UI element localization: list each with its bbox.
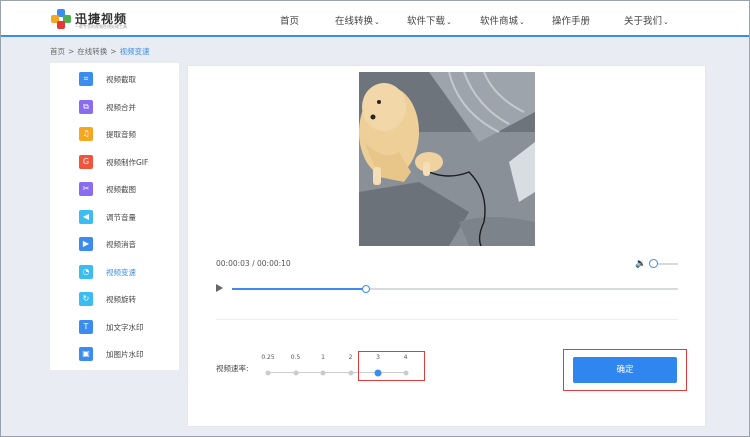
speed-option-dot[interactable] — [293, 370, 298, 375]
speed-option-dot[interactable] — [265, 370, 271, 375]
breadcrumb-online-convert[interactable]: 在线转换 — [77, 47, 107, 56]
logo-mark-icon — [51, 9, 71, 29]
sidebar-item-label: 视频截取 — [106, 75, 136, 84]
sidebar-item[interactable]: ◔ 视频变速 — [50, 259, 179, 286]
sidebar-item-label: 视频变速 — [106, 267, 136, 277]
play-button[interactable] — [216, 284, 223, 292]
progress-bar[interactable] — [232, 288, 678, 290]
nav-home[interactable]: 首页 — [280, 13, 299, 27]
speed-option-label: 3 — [376, 354, 380, 361]
top-header: 迅捷视频 一款专业的视频在线处理工具 首页 在线转换⌄ 软件下载⌄ 软件商城⌄ … — [1, 1, 749, 37]
crop-icon: ⌗ — [79, 72, 93, 86]
time-separator: / — [252, 259, 255, 268]
speed-option-dot[interactable] — [403, 370, 408, 375]
sidebar-item[interactable]: ◀ 调节音量 — [50, 204, 179, 231]
play-icon: ▶ — [79, 237, 93, 251]
nav-manual[interactable]: 操作手册 — [552, 13, 590, 27]
sidebar-item-label: 提取音频 — [106, 130, 136, 139]
sidebar-item-label: 视频制作GIF — [106, 157, 149, 167]
current-time: 00:00:03 — [216, 259, 250, 268]
sidebar-item-label: 视频合并 — [106, 102, 136, 112]
speed-slider-track — [268, 372, 406, 373]
speed-label: 视频速率: — [216, 364, 249, 373]
sidebar-item-label: 视频旋转 — [106, 295, 136, 304]
nav-about[interactable]: 关于我们⌄ — [624, 13, 669, 27]
speed-option-dot[interactable] — [374, 369, 382, 376]
sidebar-item[interactable]: ✂ 视频截图 — [50, 176, 179, 203]
sidebar-item[interactable]: ♫ 提取音频 — [50, 121, 179, 148]
progress-fill — [232, 288, 366, 290]
speed-option-dot[interactable] — [348, 370, 353, 375]
speed-option-dot[interactable] — [320, 370, 326, 375]
volume-icon[interactable]: 🔉 — [635, 259, 646, 269]
logo-tagline: 一款专业的视频在线处理工具 — [75, 24, 127, 29]
sidebar-item[interactable]: ⧉ 视频合并 — [50, 94, 179, 121]
chevron-down-icon: ⌄ — [663, 18, 669, 26]
sidebar-item-label: 加文字水印 — [106, 322, 144, 332]
breadcrumb: 首页 > 在线转换 > 视频变速 — [50, 46, 150, 57]
speed-option-label: 4 — [403, 354, 408, 361]
nav-online-convert[interactable]: 在线转换⌄ — [335, 13, 380, 27]
sidebar-item[interactable]: G 视频制作GIF — [50, 149, 179, 176]
sidebar-item-label: 视频消音 — [106, 240, 136, 249]
breadcrumb-separator: > — [68, 47, 75, 56]
time-display: 00:00:03 / 00:00:10 — [216, 259, 291, 268]
nav-software-download[interactable]: 软件下载⌄ — [407, 13, 452, 27]
speed-highlight-box — [358, 351, 425, 381]
video-frame-image — [359, 72, 535, 246]
main-panel: 00:00:03 / 00:00:10 🔉 视频速率: 0.25 0.5 1 2 3 4 … — [188, 66, 705, 426]
volume-slider-handle[interactable] — [649, 259, 658, 268]
nav-software-store[interactable]: 软件商城⌄ — [480, 13, 525, 27]
speed-option-label: 0.5 — [290, 354, 301, 361]
video-preview[interactable] — [359, 72, 535, 246]
divider — [216, 319, 678, 320]
breadcrumb-separator: > — [110, 47, 117, 56]
sidebar-item-label: 加图片水印 — [106, 350, 144, 359]
sidebar-item-label: 调节音量 — [106, 212, 136, 222]
confirm-button[interactable]: 确定 — [573, 357, 677, 383]
headphones-icon: ♫ — [79, 127, 93, 141]
sidebar-item-label: 视频截图 — [106, 185, 136, 194]
sidebar-item[interactable]: ▣ 加图片水印 — [50, 341, 179, 368]
rotate-icon: ↻ — [79, 292, 93, 306]
progress-handle[interactable] — [361, 285, 370, 293]
merge-icon: ⧉ — [79, 99, 93, 114]
tool-sidebar: ⌗ 视频截取 ⧉ 视频合并 ♫ 提取音频 G 视频制作GIF ✂ 视频截图 ◀ 调节音量 ▶ 视频消音 ◔ 视… — [50, 63, 179, 370]
speed-option-label: 1 — [321, 354, 325, 361]
total-time: 00:00:10 — [257, 259, 291, 268]
speed-option-label: 2 — [348, 354, 353, 361]
volume-icon: ◀ — [79, 209, 93, 224]
scissors-icon: ✂ — [79, 182, 93, 196]
sidebar-item[interactable]: ⌗ 视频截取 — [50, 66, 179, 93]
sidebar-item[interactable]: ▶ 视频消音 — [50, 231, 179, 258]
chevron-down-icon: ⌄ — [374, 18, 380, 26]
site-logo[interactable]: 迅捷视频 一款专业的视频在线处理工具 — [51, 9, 131, 33]
sidebar-item[interactable]: T 加文字水印 — [50, 314, 179, 341]
gif-icon: G — [79, 154, 93, 169]
speed-option-label: 0.25 — [261, 354, 275, 361]
chevron-down-icon: ⌄ — [519, 18, 525, 26]
breadcrumb-home[interactable]: 首页 — [50, 47, 65, 56]
chevron-down-icon: ⌄ — [446, 18, 452, 26]
sidebar-item[interactable]: ↻ 视频旋转 — [50, 286, 179, 313]
speed-icon: ◔ — [79, 264, 93, 279]
text-watermark-icon: T — [79, 319, 93, 334]
image-watermark-icon: ▣ — [79, 347, 93, 361]
breadcrumb-current: 视频变速 — [119, 47, 150, 56]
